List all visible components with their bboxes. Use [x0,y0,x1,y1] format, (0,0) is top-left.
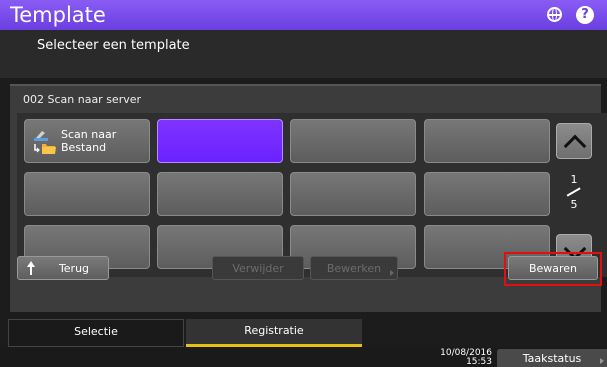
delete-button-label: Verwijder [232,262,284,275]
mode-tabs: Selectie Registratie [0,319,607,347]
template-cell-1[interactable]: Scan naar Bestand [24,119,150,163]
scan-to-file-icon [34,131,56,154]
time-text: 15:53 [466,357,492,367]
help-icon[interactable]: ? [576,6,594,24]
globe-icon[interactable] [547,7,562,22]
tab-registratie[interactable]: Registratie [186,319,362,347]
job-status-button[interactable]: Taakstatus [497,349,607,367]
template-cell-4[interactable] [424,119,550,163]
template-cell-2[interactable] [157,119,283,163]
page-up-button[interactable] [556,123,592,159]
back-arrow-icon [27,261,37,276]
tab-selectie[interactable]: Selectie [8,319,184,347]
template-cell-8[interactable] [424,172,550,216]
more-arrow-icon [390,270,394,276]
template-cell-3[interactable] [290,119,416,163]
delete-button[interactable]: Verwijder [212,256,304,280]
page-title: Template [10,3,106,27]
page-current: 1 [570,173,578,186]
template-cell-label: Scan naar Bestand [61,128,117,154]
tab-label: Selectie [74,325,118,338]
more-arrow-icon [600,358,604,364]
instruction-text: Selecteer een template [37,38,190,53]
template-cell-7[interactable] [290,172,416,216]
tab-label: Registratie [244,324,304,337]
title-bar: Template ? [0,0,607,30]
date-time: 10/08/2016 15:53 [430,349,492,367]
job-status-label: Taakstatus [522,352,582,365]
template-cell-5[interactable] [24,172,150,216]
edit-button[interactable]: Bewerken [310,256,398,280]
page-separator [560,186,588,198]
edit-button-label: Bewerken [326,262,382,275]
template-cell-6[interactable] [157,172,283,216]
back-button-label: Terug [58,262,90,275]
instruction-bar: Selecteer een template [0,30,607,78]
save-button-highlight [504,252,602,286]
chevron-up-icon [563,134,587,158]
page-total: 5 [570,198,578,211]
back-button[interactable]: Terug [17,256,109,280]
page-indicator: 1 5 [560,173,588,211]
template-group-name: 002 Scan naar server [23,93,142,106]
